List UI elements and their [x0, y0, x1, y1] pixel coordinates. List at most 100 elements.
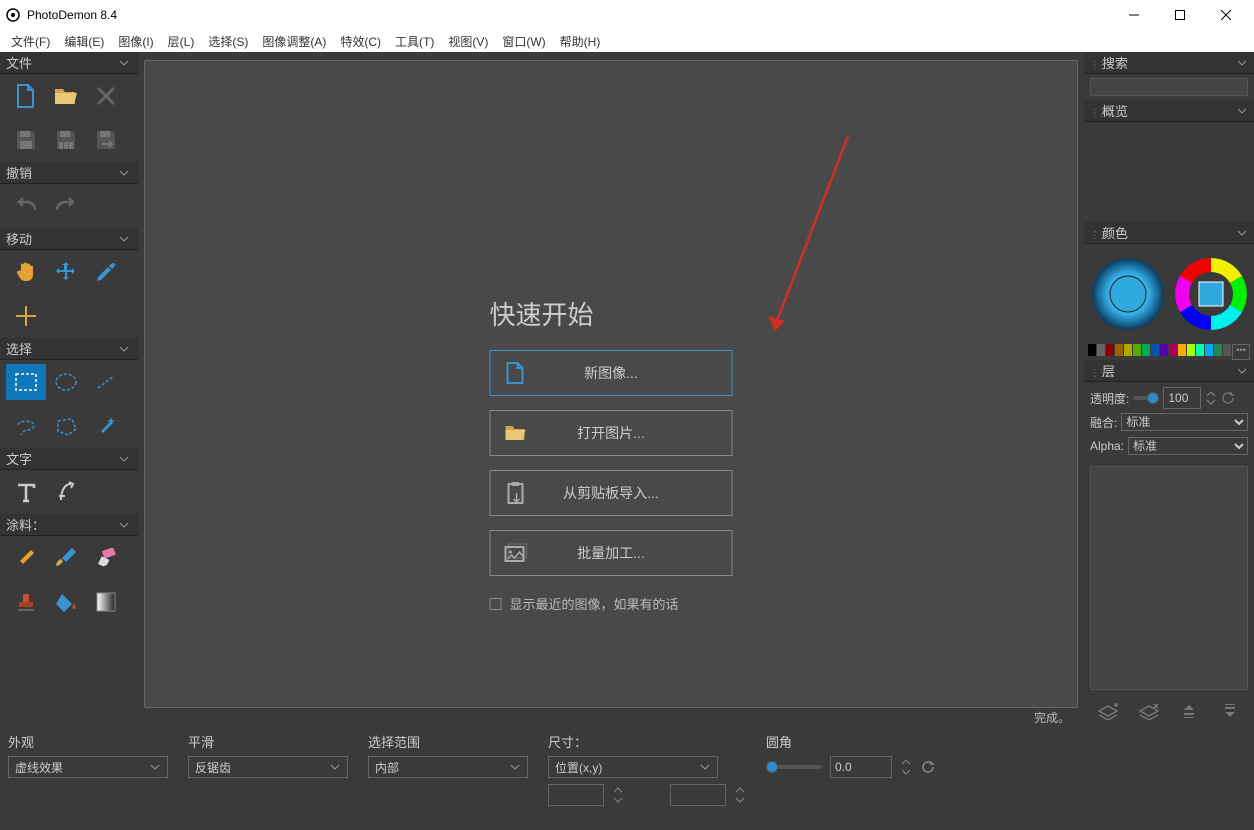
new-image-button[interactable]: 新图像...	[490, 350, 733, 396]
text-path-tool-icon[interactable]	[46, 474, 86, 510]
swatch[interactable]	[1214, 344, 1222, 356]
panel-overview-header[interactable]: 概览	[1084, 100, 1254, 122]
fill-tool-icon[interactable]	[46, 584, 86, 620]
layer-down-icon[interactable]	[1216, 697, 1244, 725]
window-minimize-button[interactable]	[1111, 0, 1157, 30]
window-close-button[interactable]	[1203, 0, 1249, 30]
stamp-tool-icon[interactable]	[6, 584, 46, 620]
menu-layer[interactable]: 层(L)	[161, 31, 202, 52]
stepper-icon[interactable]	[1205, 389, 1217, 407]
swatch[interactable]	[1178, 344, 1186, 356]
poly-select-tool-icon[interactable]	[46, 408, 86, 444]
delete-layer-icon[interactable]	[1135, 697, 1163, 725]
swatch[interactable]	[1124, 344, 1132, 356]
ellipse-select-tool-icon[interactable]	[46, 364, 86, 400]
move-tool-icon[interactable]	[46, 254, 86, 290]
layer-up-icon[interactable]	[1175, 697, 1203, 725]
add-layer-icon[interactable]	[1094, 697, 1122, 725]
swatch[interactable]	[1097, 344, 1105, 356]
save-copy-icon[interactable]	[46, 122, 86, 158]
open-image-button[interactable]: 打开图片...	[490, 410, 733, 456]
menu-view[interactable]: 视图(V)	[441, 31, 495, 52]
open-folder-icon[interactable]	[46, 78, 86, 114]
round-slider[interactable]	[766, 765, 822, 769]
color-wheels[interactable]	[1084, 244, 1254, 344]
range-select[interactable]: 内部	[368, 756, 528, 778]
panel-color-header[interactable]: 颜色	[1084, 222, 1254, 244]
reset-icon[interactable]	[920, 759, 936, 775]
toolbox-section-paint[interactable]: 涂料：	[0, 514, 138, 536]
swatch[interactable]	[1142, 344, 1150, 356]
swatch[interactable]	[1205, 344, 1213, 356]
menu-help[interactable]: 帮助(H)	[553, 31, 608, 52]
blend-select[interactable]: 标准	[1121, 413, 1248, 431]
import-clipboard-button[interactable]: 从剪贴板导入...	[490, 470, 733, 516]
eyedropper-tool-icon[interactable]	[86, 254, 126, 290]
menu-tools[interactable]: 工具(T)	[388, 31, 441, 52]
panel-search-header[interactable]: 搜索	[1084, 52, 1254, 74]
toolbox-section-select[interactable]: 选择	[0, 338, 138, 360]
hand-tool-icon[interactable]	[6, 254, 46, 290]
eraser-tool-icon[interactable]	[86, 540, 126, 576]
search-input[interactable]	[1090, 78, 1248, 96]
show-recent-checkbox[interactable]: 显示最近的图像，如果有的话	[490, 594, 679, 613]
size-select[interactable]: 位置(x,y)	[548, 756, 718, 778]
gradient-tool-icon[interactable]	[86, 584, 126, 620]
lasso-select-tool-icon[interactable]	[6, 408, 46, 444]
swatch[interactable]	[1160, 344, 1168, 356]
appearance-select[interactable]: 虚线效果	[8, 756, 168, 778]
line-select-tool-icon[interactable]	[86, 364, 126, 400]
crosshair-tool-icon[interactable]	[6, 298, 46, 334]
close-file-icon[interactable]	[86, 78, 126, 114]
menu-file[interactable]: 文件(F)	[4, 31, 57, 52]
color-wheel-shade-icon[interactable]	[1089, 255, 1167, 333]
menu-effects[interactable]: 特效(C)	[333, 31, 388, 52]
magic-wand-tool-icon[interactable]	[86, 408, 126, 444]
swatch[interactable]	[1106, 344, 1114, 356]
menu-image[interactable]: 图像(I)	[111, 31, 160, 52]
menu-select[interactable]: 选择(S)	[201, 31, 255, 52]
swatch[interactable]	[1088, 344, 1096, 356]
undo-icon[interactable]	[6, 188, 46, 224]
size-x-input[interactable]	[548, 784, 604, 806]
swatch[interactable]	[1151, 344, 1159, 356]
size-y-input[interactable]	[670, 784, 726, 806]
toolbox-section-move[interactable]: 移动	[0, 228, 138, 250]
menu-adjust[interactable]: 图像调整(A)	[255, 31, 333, 52]
text-tool-icon[interactable]	[6, 474, 46, 510]
swatch-more-button[interactable]: •••	[1232, 344, 1250, 360]
new-file-icon[interactable]	[6, 78, 46, 114]
save-as-icon[interactable]	[86, 122, 126, 158]
stepper-icon[interactable]	[734, 784, 746, 806]
alpha-select[interactable]: 标准	[1128, 437, 1248, 455]
pencil-tool-icon[interactable]	[6, 540, 46, 576]
panel-layer-header[interactable]: 层	[1084, 360, 1254, 382]
brush-tool-icon[interactable]	[46, 540, 86, 576]
smooth-select[interactable]: 反锯齿	[188, 756, 348, 778]
opacity-slider[interactable]	[1133, 396, 1159, 400]
window-maximize-button[interactable]	[1157, 0, 1203, 30]
menu-window[interactable]: 窗口(W)	[495, 31, 552, 52]
menu-edit[interactable]: 编辑(E)	[57, 31, 111, 52]
swatch[interactable]	[1196, 344, 1204, 356]
toolbox-section-text[interactable]: 文字	[0, 448, 138, 470]
opacity-value[interactable]: 100	[1163, 387, 1201, 409]
stepper-icon[interactable]	[900, 756, 912, 778]
canvas[interactable]: 快速开始 新图像... 打开图片... 从剪贴板导入... 批量加工...	[144, 60, 1078, 708]
redo-icon[interactable]	[46, 188, 86, 224]
swatch[interactable]	[1187, 344, 1195, 356]
color-swatches[interactable]: •••	[1084, 344, 1254, 360]
toolbox-section-undo[interactable]: 撤销	[0, 162, 138, 184]
swatch[interactable]	[1133, 344, 1141, 356]
swatch[interactable]	[1223, 344, 1231, 356]
swatch[interactable]	[1115, 344, 1123, 356]
batch-process-button[interactable]: 批量加工...	[490, 530, 733, 576]
color-wheel-hue-icon[interactable]	[1172, 255, 1250, 333]
swatch[interactable]	[1169, 344, 1177, 356]
round-value[interactable]: 0.0	[830, 756, 892, 778]
save-icon[interactable]	[6, 122, 46, 158]
toolbox-section-file[interactable]: 文件	[0, 52, 138, 74]
layer-list[interactable]	[1090, 466, 1248, 690]
reset-icon[interactable]	[1221, 391, 1235, 405]
stepper-icon[interactable]	[612, 784, 624, 806]
